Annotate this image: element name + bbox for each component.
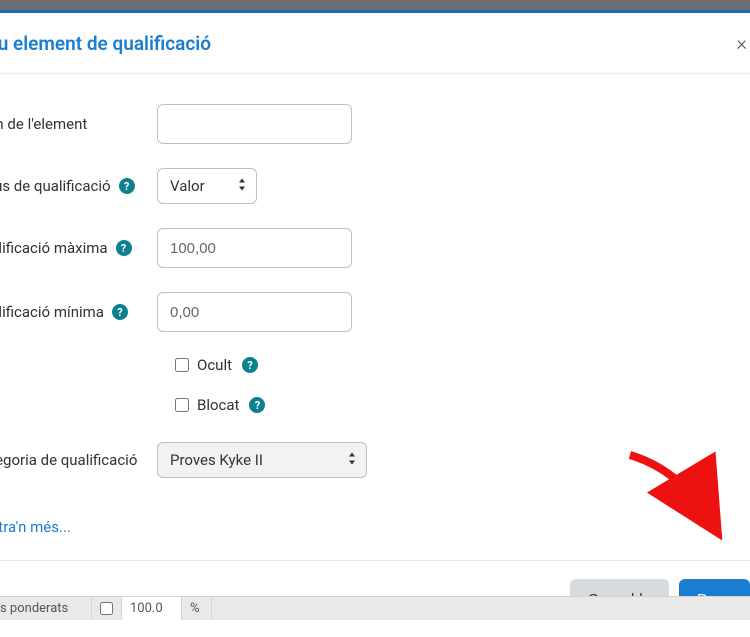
modal-header: lou element de qualificació × (0, 31, 750, 74)
help-icon[interactable]: ? (249, 397, 265, 413)
checkbox-locked[interactable] (175, 398, 189, 412)
show-more-link[interactable]: ostra'n més... (0, 518, 71, 536)
label-text: ipus de qualificació (0, 177, 111, 195)
row-min-grade: ualificació mínima ? (0, 292, 750, 332)
row-element-name: om de l'element (0, 104, 750, 144)
bg-checkbox[interactable] (100, 602, 113, 615)
modal-dialog: lou element de qualificació × om de l'el… (0, 13, 750, 637)
input-element-name[interactable] (157, 104, 352, 144)
label-hidden: Ocult (197, 356, 232, 374)
label-min-grade: ualificació mínima ? (0, 303, 157, 321)
chevron-updown-icon (238, 179, 246, 194)
chevron-updown-icon (348, 453, 356, 468)
row-locked: Blocat ? (157, 396, 732, 414)
input-max-grade[interactable] (157, 228, 352, 268)
label-element-name: om de l'element (0, 115, 157, 133)
select-value: Proves Kyke II (170, 451, 263, 469)
input-min-grade[interactable] (157, 292, 352, 332)
label-max-grade: ualificació màxima ? (0, 239, 157, 257)
row-category: ategoria de qualificació Proves Kyke II (0, 442, 750, 478)
select-category[interactable]: Proves Kyke II (157, 442, 367, 478)
bg-value: 100.0 (122, 597, 182, 620)
label-locked: Blocat (197, 396, 239, 414)
row-max-grade: ualificació màxima ? (0, 228, 750, 268)
help-icon[interactable]: ? (112, 304, 128, 320)
background-table-row: s ponderats 100.0 % (0, 596, 750, 620)
row-hidden: Ocult ? (157, 356, 732, 374)
label-category: ategoria de qualificació (0, 451, 157, 469)
select-grade-type[interactable]: Valor (157, 168, 257, 204)
help-icon[interactable]: ? (119, 178, 135, 194)
label-text: ualificació mínima (0, 303, 104, 321)
help-icon[interactable]: ? (242, 357, 258, 373)
checkbox-hidden[interactable] (175, 358, 189, 372)
label-text: om de l'element (0, 115, 87, 133)
close-icon[interactable]: × (737, 31, 747, 55)
label-text: ategoria de qualificació (0, 451, 137, 469)
bg-label: s ponderats (0, 597, 92, 620)
label-text: ualificació màxima (0, 239, 108, 257)
label-grade-type: ipus de qualificació ? (0, 177, 157, 195)
bg-checkbox-cell (92, 597, 122, 620)
help-icon[interactable]: ? (116, 240, 132, 256)
row-grade-type: ipus de qualificació ? Valor (0, 168, 750, 204)
bg-unit: % (182, 597, 212, 620)
modal-title: lou element de qualificació (0, 32, 211, 55)
select-value: Valor (170, 177, 205, 195)
modal-body: om de l'element ipus de qualificació ? V… (0, 74, 750, 536)
window-top-bar (0, 0, 750, 10)
